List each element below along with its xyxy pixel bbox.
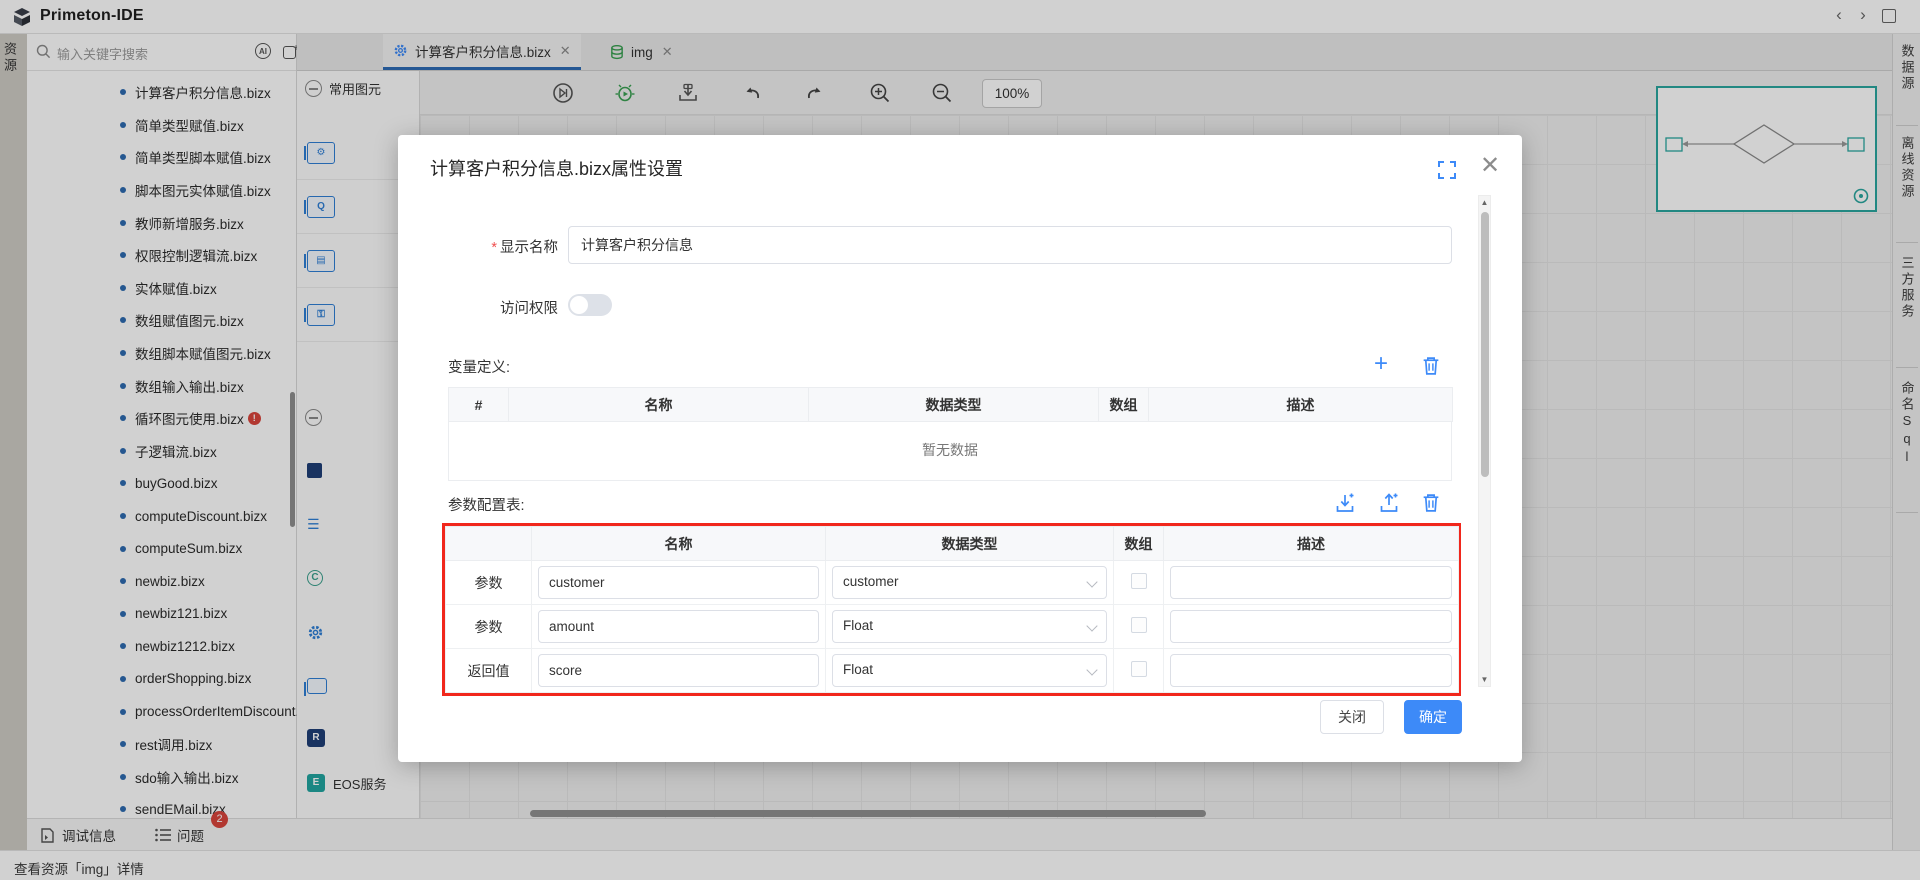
param-desc-input[interactable] [1170, 654, 1452, 687]
delete-variable-icon[interactable] [1420, 355, 1442, 377]
vars-section-label: 变量定义: [448, 356, 510, 377]
param-kind: 参数 [446, 561, 532, 605]
variables-table: # 名称 数据类型 数组 描述 [448, 387, 1453, 422]
chevron-down-icon [1086, 576, 1097, 587]
param-row: 参数 Float [446, 605, 1459, 649]
param-row: 返回值 Float [446, 649, 1459, 693]
param-array-checkbox[interactable] [1131, 661, 1147, 677]
import-params-icon[interactable] [1334, 492, 1356, 514]
dialog-scrollbar[interactable]: ▲ ▼ [1478, 195, 1491, 687]
close-button[interactable]: 关闭 [1320, 700, 1384, 734]
delete-params-icon[interactable] [1420, 492, 1442, 514]
param-type-select[interactable]: customer [832, 566, 1107, 599]
param-array-checkbox[interactable] [1131, 573, 1147, 589]
params-table: 名称 数据类型 数组 描述 参数 custom [445, 526, 1459, 693]
fullscreen-icon[interactable] [1438, 161, 1456, 179]
param-kind: 参数 [446, 605, 532, 649]
scroll-up-icon[interactable]: ▲ [1479, 198, 1490, 207]
display-name-label: *显示名称 [398, 236, 558, 257]
param-desc-input[interactable] [1170, 610, 1452, 643]
params-rows: 参数 customer [446, 561, 1459, 693]
param-name-input[interactable] [538, 654, 819, 687]
properties-dialog: 计算客户积分信息.bizx属性设置 ✕ *显示名称 访问权限 变量定义: + #… [398, 135, 1522, 762]
chevron-down-icon [1086, 620, 1097, 631]
param-desc-input[interactable] [1170, 566, 1452, 599]
export-params-icon[interactable] [1378, 492, 1400, 514]
param-type-select[interactable]: Float [832, 654, 1107, 687]
param-name-input[interactable] [538, 566, 819, 599]
param-type-select[interactable]: Float [832, 610, 1107, 643]
close-icon[interactable]: ✕ [1478, 151, 1502, 180]
vars-empty-state: 暂无数据 [448, 422, 1452, 481]
access-toggle[interactable] [568, 294, 612, 316]
param-array-checkbox[interactable] [1131, 617, 1147, 633]
display-name-input[interactable] [568, 226, 1452, 264]
params-section-label: 参数配置表: [448, 494, 525, 515]
app-window: Primeton-IDE ‹ › 资源 输入关键字搜索 AI ⟳ ☰ A 计算客… [0, 0, 1920, 880]
params-table-highlight: 名称 数据类型 数组 描述 参数 custom [442, 523, 1461, 696]
scroll-down-icon[interactable]: ▼ [1479, 675, 1490, 684]
param-kind: 返回值 [446, 649, 532, 693]
access-label: 访问权限 [398, 297, 558, 318]
add-variable-icon[interactable]: + [1370, 353, 1392, 375]
chevron-down-icon [1086, 664, 1097, 675]
dialog-title: 计算客户积分信息.bizx属性设置 [430, 155, 683, 181]
ok-button[interactable]: 确定 [1404, 700, 1462, 734]
param-row: 参数 customer [446, 561, 1459, 605]
scrollbar-thumb[interactable] [1481, 212, 1489, 477]
param-name-input[interactable] [538, 610, 819, 643]
